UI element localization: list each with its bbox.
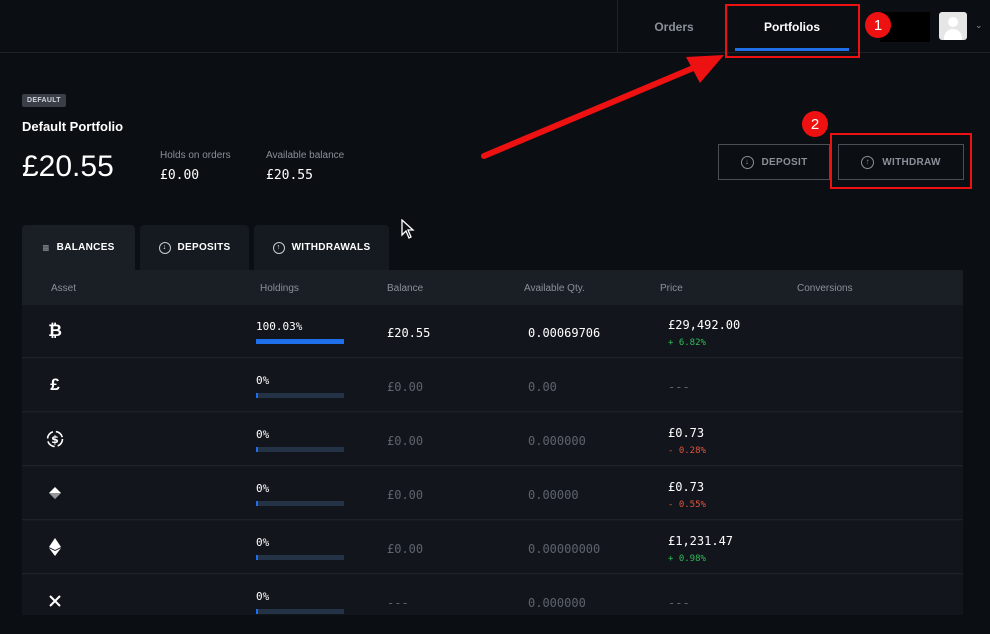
ethereum-icon	[46, 536, 64, 558]
table-row[interactable]: 0% £0.00 0.00000000 £1,231.47 + 0.98%	[22, 521, 963, 574]
holdings-bar	[256, 555, 344, 560]
table-row[interactable]: $0% £0.00 0.000000 £0.73 - 0.28%	[22, 413, 963, 466]
holdings-bar-fill	[256, 393, 258, 398]
available-qty-value: 0.000000	[528, 434, 586, 448]
table-row[interactable]: 0% £0.00 0.00000 £0.73 - 0.55%	[22, 467, 963, 520]
available-qty-value: 0.00000000	[528, 542, 601, 556]
holdings-percent: 0%	[256, 590, 270, 603]
tab-balances[interactable]: ≡ BALANCES	[22, 225, 135, 270]
available-qty-value: 0.00	[528, 380, 557, 394]
holdings-bar	[256, 609, 344, 614]
holdings-bar	[256, 393, 344, 398]
holdings-bar-fill	[256, 555, 258, 560]
holdings-bar	[256, 339, 344, 344]
holdings-bar-fill	[256, 501, 258, 506]
header-balance[interactable]: Balance	[387, 283, 423, 294]
tab-deposits[interactable]: ↓ DEPOSITS	[140, 225, 249, 270]
header-conversions[interactable]: Conversions	[797, 283, 853, 294]
svg-text:$: $	[51, 433, 59, 446]
price-value: ---	[668, 596, 690, 610]
x-icon	[46, 590, 64, 612]
header-price[interactable]: Price	[660, 283, 683, 294]
tab-balances-label: BALANCES	[56, 242, 115, 253]
arrow-up-icon: ↑	[272, 241, 285, 254]
price-value: £1,231.47	[668, 534, 734, 548]
header-asset[interactable]: Asset	[51, 283, 76, 294]
holdings-bar-fill	[256, 609, 258, 614]
holdings-percent: 100.03%	[256, 320, 303, 333]
tab-withdrawals[interactable]: ↑ WITHDRAWALS	[254, 225, 389, 270]
table-row[interactable]: ₿ 100.03% £20.55 0.00069706 £29,492.00 + 6.82…	[22, 305, 963, 358]
table-row[interactable]: 0% --- 0.000000 ---	[22, 575, 963, 615]
mouse-cursor-icon	[401, 219, 415, 239]
holdings-bar	[256, 447, 344, 452]
header-available-qty[interactable]: Available Qty.	[524, 283, 585, 294]
holdings-bar	[256, 501, 344, 506]
diamond-icon	[46, 482, 64, 504]
balance-value: £20.55	[387, 326, 431, 340]
holdings-bar-fill	[256, 447, 258, 452]
balance-value: ---	[387, 596, 409, 610]
balance-value: £0.00	[387, 542, 424, 556]
price-value: £0.73	[668, 426, 705, 440]
available-qty-value: 0.00000	[528, 488, 579, 502]
price-change: - 0.28%	[668, 446, 706, 456]
pound-icon: £	[50, 375, 60, 394]
price-change: + 6.82%	[668, 338, 706, 348]
balance-value: £0.00	[387, 380, 424, 394]
header-holdings[interactable]: Holdings	[260, 283, 299, 294]
price-value: ---	[668, 380, 690, 394]
balances-table: Asset Holdings Balance Available Qty. Pr…	[22, 270, 963, 615]
available-qty-value: 0.000000	[528, 596, 586, 610]
holdings-percent: 0%	[256, 536, 270, 549]
price-change: - 0.55%	[668, 500, 706, 510]
equals-icon: ≡	[42, 240, 50, 255]
arrow-down-icon: ↓	[158, 241, 171, 254]
holdings-percent: 0%	[256, 428, 270, 441]
usdc-icon: $	[46, 428, 64, 450]
table-header: Asset Holdings Balance Available Qty. Pr…	[22, 270, 963, 305]
tab-withdrawals-label: WITHDRAWALS	[291, 242, 371, 253]
bitcoin-icon: ₿	[48, 321, 62, 340]
price-change: + 0.98%	[668, 554, 706, 564]
holdings-bar-fill	[256, 339, 344, 344]
balance-value: £0.00	[387, 434, 424, 448]
holdings-percent: 0%	[256, 374, 270, 387]
holdings-percent: 0%	[256, 482, 270, 495]
available-qty-value: 0.00069706	[528, 326, 601, 340]
tab-deposits-label: DEPOSITS	[177, 242, 231, 253]
price-value: £29,492.00	[668, 318, 741, 332]
balance-value: £0.00	[387, 488, 424, 502]
price-value: £0.73	[668, 480, 705, 494]
table-row[interactable]: £0% £0.00 0.00 ---	[22, 359, 963, 412]
